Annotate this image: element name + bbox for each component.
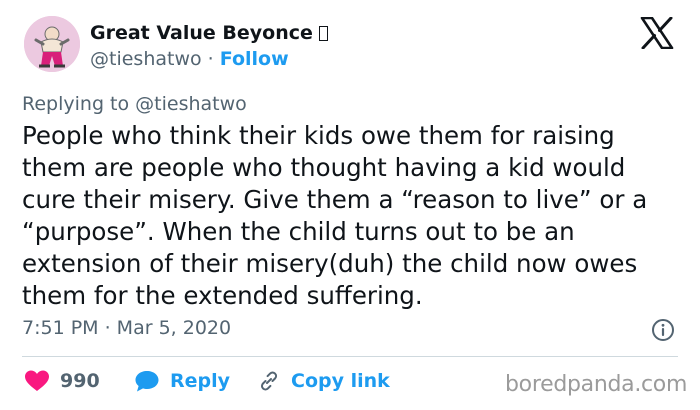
follow-button[interactable]: Follow <box>220 48 289 70</box>
author-name-text: Great Value Beyonce <box>90 22 313 44</box>
watermark: boredpanda.com <box>505 372 688 397</box>
x-logo-icon[interactable] <box>640 17 674 49</box>
replying-to[interactable]: Replying to @tieshatwo <box>22 93 247 115</box>
copy-link-label: Copy link <box>291 370 390 392</box>
reply-label: Reply <box>170 370 231 392</box>
like-button[interactable]: 990 <box>24 369 100 393</box>
author-handle[interactable]: @tieshatwo <box>90 48 202 70</box>
separator-dot: · <box>207 48 214 70</box>
avatar-figure-icon <box>24 16 80 72</box>
missing-glyph-icon <box>318 26 328 41</box>
heart-icon <box>25 370 49 391</box>
tweet-text: People who think their kids owe them for… <box>22 121 648 310</box>
info-icon[interactable] <box>651 318 675 342</box>
divider <box>22 356 678 357</box>
author-name[interactable]: Great Value Beyonce <box>90 22 328 44</box>
avatar[interactable] <box>24 16 80 72</box>
like-count: 990 <box>60 370 100 392</box>
reply-button[interactable]: Reply <box>134 369 230 393</box>
copy-link-button[interactable]: Copy link <box>257 369 390 393</box>
author-handle-row: @tieshatwo · Follow <box>90 48 289 70</box>
reply-bubble-icon <box>135 371 159 392</box>
link-icon <box>260 371 278 391</box>
tweet-timestamp[interactable]: 7:51 PM · Mar 5, 2020 <box>22 317 231 339</box>
